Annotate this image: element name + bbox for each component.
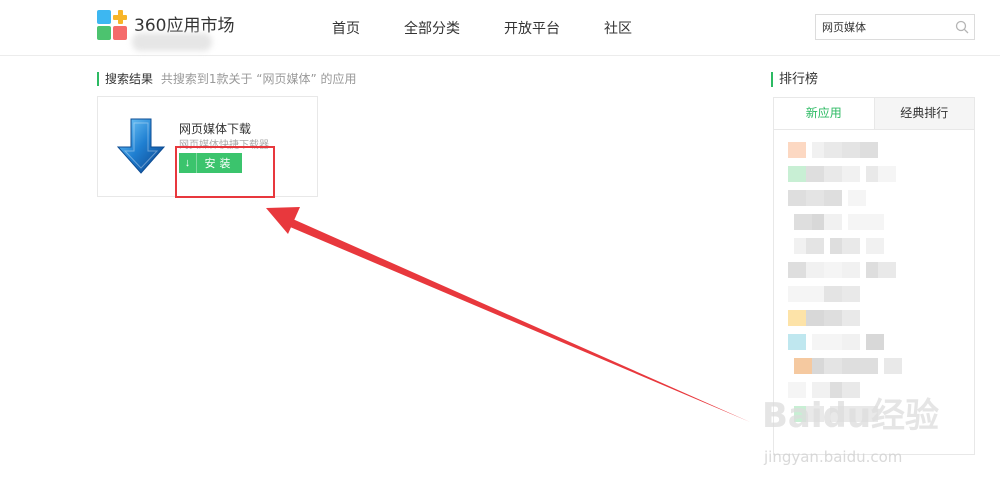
nav-item-open-platform[interactable]: 开放平台 [504,18,560,38]
mosaic-tile [824,166,842,182]
mosaic-tile [824,214,842,230]
nav-item-home[interactable]: 首页 [332,18,360,38]
mosaic-tile [788,286,806,302]
mosaic-tile [806,166,824,182]
mosaic-tile [866,238,884,254]
watermark-logo-text: Baidu经验 [762,396,940,436]
search-results-summary: 共搜索到1款关于 “网页媒体” 的应用 [160,72,357,86]
mosaic-tile [788,142,806,158]
mosaic-tile [848,190,866,206]
mosaic-tile [794,214,812,230]
mosaic-tile [824,310,842,326]
mosaic-tile [842,310,860,326]
mosaic-tile [842,334,860,350]
mosaic-tile [842,262,860,278]
search-results-heading: 搜索结果 共搜索到1款关于 “网页媒体” 的应用 [97,72,357,86]
mosaic-tile [842,358,860,374]
watermark-url: jingyan.baidu.com [764,448,903,466]
mosaic-tile [806,286,824,302]
tab-classic-ranking[interactable]: 经典排行 [874,98,974,129]
download-arrow-icon[interactable] [116,117,166,175]
top-header: 360应用市场 首页 全部分类 开放平台 社区 [0,0,1000,56]
ranking-tabs: 新应用 经典排行 [774,98,974,130]
mosaic-tile [788,262,806,278]
mosaic-tile [824,358,842,374]
mosaic-tile [788,190,806,206]
mosaic-tile [806,190,824,206]
mosaic-tile [788,334,806,350]
nav-item-community[interactable]: 社区 [604,18,632,38]
main-nav: 首页 全部分类 开放平台 社区 [332,18,676,38]
mosaic-tile [860,358,878,374]
mosaic-tile [806,262,824,278]
mosaic-tile [848,214,866,230]
mosaic-tile [866,214,884,230]
search-results-title: 搜索结果 [105,72,154,86]
mosaic-tile [824,286,842,302]
mosaic-tile [788,310,806,326]
mosaic-tile [824,190,842,206]
mosaic-tile [860,142,878,158]
mosaic-tile [794,358,812,374]
highlight-annotation-box [175,146,275,198]
nav-item-categories[interactable]: 全部分类 [404,18,460,38]
mosaic-tile [788,166,806,182]
mosaic-tile [842,238,860,254]
mosaic-tile [824,334,842,350]
mosaic-tile [806,310,824,326]
mosaic-tile [806,238,824,254]
baidu-watermark: Baidu经验 jingyan.baidu.com [762,388,952,478]
mosaic-tile [842,286,860,302]
mosaic-tile [878,262,896,278]
ranking-title: 排行榜 [771,72,818,87]
search-icon[interactable] [955,20,969,34]
360-logo-icon[interactable] [97,10,131,42]
search-box [815,14,975,40]
mosaic-tile [824,262,842,278]
blurred-subtitle [132,33,212,51]
mosaic-tile [842,142,860,158]
tab-new-apps[interactable]: 新应用 [774,98,875,129]
mosaic-tile [842,166,860,182]
mosaic-tile [866,334,884,350]
mosaic-tile [878,166,896,182]
search-input[interactable] [816,15,946,39]
mosaic-tile [884,358,902,374]
app-name[interactable]: 网页媒体下载 [179,120,251,137]
mosaic-tile [824,142,842,158]
